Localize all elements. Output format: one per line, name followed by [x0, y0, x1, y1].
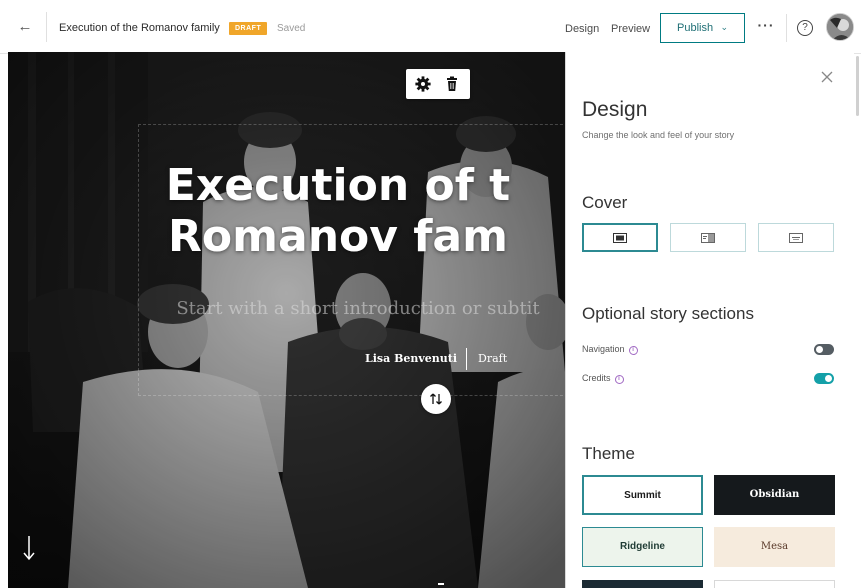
credits-toggle[interactable]: [814, 373, 834, 384]
trash-icon[interactable]: [442, 74, 462, 94]
scroll-indicator: [438, 583, 444, 585]
toggle-knob: [816, 346, 823, 353]
byline-divider: [466, 348, 467, 370]
close-icon[interactable]: [819, 69, 835, 85]
top-bar: ← Execution of the Romanov family DRAFT …: [0, 0, 861, 54]
theme-label: Summit: [624, 490, 661, 501]
more-options-button[interactable]: ···: [755, 16, 777, 38]
info-icon[interactable]: i: [628, 346, 638, 355]
avatar[interactable]: [826, 13, 854, 41]
theme-section-title: Theme: [582, 444, 635, 463]
back-arrow-icon[interactable]: ←: [12, 14, 38, 40]
theme-label: Mesa: [760, 541, 789, 552]
cover-title-line: Romanov fam: [168, 211, 508, 262]
cover-option-minimal[interactable]: [758, 223, 834, 252]
theme-summit[interactable]: Summit: [582, 475, 703, 515]
theme-card-partial[interactable]: [714, 580, 835, 588]
cover-title-line: Execution of t: [165, 160, 511, 211]
credits-label: Credits: [582, 373, 611, 383]
story-cover: Execution of t Romanov fam Start with a …: [8, 52, 565, 588]
divider: [786, 14, 787, 42]
theme-mesa[interactable]: Mesa: [714, 527, 835, 567]
theme-label: Ridgeline: [619, 541, 665, 552]
theme-label: Obsidian: [749, 489, 800, 500]
theme-card-partial[interactable]: [582, 580, 703, 588]
swap-arrows-icon: [430, 393, 442, 405]
theme-obsidian[interactable]: Obsidian: [714, 475, 835, 515]
gear-icon[interactable]: [413, 74, 433, 94]
author-name: Lisa Benvenuti: [365, 352, 458, 365]
design-link[interactable]: Design: [565, 23, 599, 35]
design-panel: Design Change the look and feel of your …: [565, 52, 854, 588]
avatar-image: [827, 14, 853, 40]
panel-scrollbar[interactable]: [856, 56, 859, 116]
panel-description: Change the look and feel of your story: [582, 130, 735, 140]
navigation-toggle-label: Navigation i: [582, 344, 638, 355]
preview-link[interactable]: Preview: [611, 23, 650, 35]
story-title[interactable]: Execution of the Romanov family: [59, 22, 220, 34]
help-icon[interactable]: ?: [797, 20, 813, 36]
cover-side-icon: [701, 232, 715, 243]
credits-toggle-label: Credits i: [582, 373, 624, 384]
publish-button[interactable]: Publish ⌄: [660, 13, 745, 43]
optional-sections-title: Optional story sections: [582, 304, 754, 323]
cover-subtitle-placeholder[interactable]: Start with a short introduction or subti…: [58, 298, 565, 319]
cover-toolbar: [406, 69, 470, 99]
navigation-toggle[interactable]: [814, 344, 834, 355]
cover-section-title: Cover: [582, 193, 628, 212]
cover-option-full[interactable]: [582, 223, 658, 252]
divider: [46, 12, 47, 42]
navigation-label: Navigation: [582, 344, 625, 354]
cover-title[interactable]: Execution of t Romanov fam: [58, 160, 565, 262]
saved-status: Saved: [277, 23, 306, 34]
toggle-knob: [825, 375, 832, 382]
cover-full-icon: [613, 232, 627, 243]
info-icon[interactable]: i: [614, 375, 624, 384]
status-badge: DRAFT: [229, 22, 268, 35]
author-state: Draft: [478, 352, 508, 365]
cover-option-side[interactable]: [670, 223, 746, 252]
panel-title: Design: [582, 98, 648, 121]
cover-minimal-icon: [789, 232, 803, 243]
publish-label: Publish: [677, 22, 714, 34]
chevron-down-icon: ⌄: [720, 22, 728, 32]
scroll-down-icon[interactable]: [22, 534, 36, 562]
theme-ridgeline[interactable]: Ridgeline: [582, 527, 703, 567]
swap-layout-button[interactable]: [421, 384, 451, 414]
